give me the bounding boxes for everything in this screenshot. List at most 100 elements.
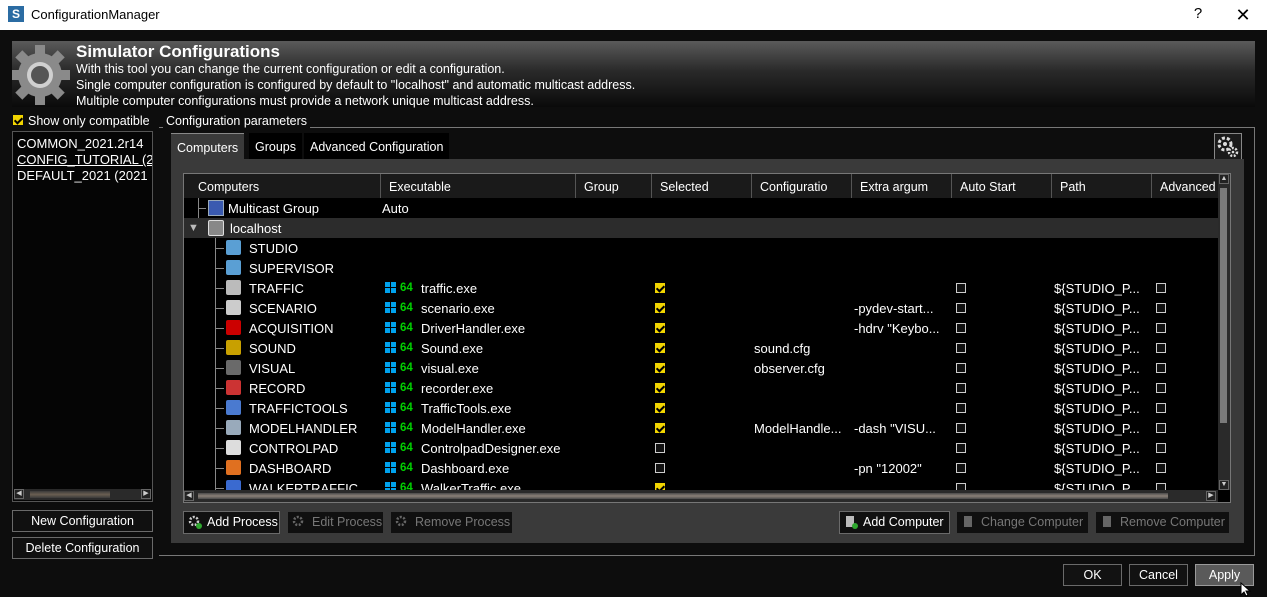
column-header[interactable]: Executable [381,174,576,198]
column-header[interactable]: Path [1052,174,1152,198]
tab-groups[interactable]: Groups [249,133,302,159]
add-computer-button[interactable]: Add Computer [839,511,950,534]
table-row[interactable]: DASHBOARD 64 Dashboard.exe -pn "12002" ${STU… [184,458,1218,478]
collapse-icon[interactable]: ▼ [188,218,200,238]
advanced-checkbox[interactable] [1156,423,1166,433]
configuration-cell[interactable] [754,318,850,338]
path-cell[interactable]: ${STUDIO_P... [1054,358,1150,378]
add-process-button[interactable]: Add Process [183,511,280,534]
computers-grid[interactable]: Computers Executable Group Selected Conf… [183,173,1231,503]
extra-arguments-cell[interactable]: -hdrv "Keybo... [854,318,950,338]
path-cell[interactable]: ${STUDIO_P... [1054,438,1150,458]
advanced-checkbox[interactable] [1156,403,1166,413]
scrollbar-thumb[interactable] [1220,188,1227,423]
auto-start-checkbox[interactable] [956,323,966,333]
show-compatible-checkbox[interactable] [13,115,23,125]
column-header[interactable]: Selected [652,174,752,198]
scroll-left-icon[interactable]: ◀ [184,491,194,501]
advanced-checkbox[interactable] [1156,363,1166,373]
executable-cell[interactable]: visual.exe [421,358,581,378]
auto-start-checkbox[interactable] [956,383,966,393]
path-cell[interactable]: ${STUDIO_P... [1054,398,1150,418]
config-item[interactable]: DEFAULT_2021 (2021 [17,168,148,183]
table-row[interactable]: RECORD 64 recorder.exe ${STUDIO_P... [184,378,1218,398]
extra-arguments-cell[interactable]: -dash "VISU... [854,418,950,438]
show-compatible-toggle[interactable]: Show only compatible [12,114,157,128]
auto-start-checkbox[interactable] [956,303,966,313]
change-computer-button[interactable]: Change Computer [956,511,1089,534]
path-cell[interactable]: ${STUDIO_P... [1054,318,1150,338]
new-configuration-button[interactable]: New Configuration [12,510,153,532]
tab-computers[interactable]: Computers [171,133,245,160]
remove-process-button[interactable]: Remove Process [390,511,513,534]
table-row[interactable]: TRAFFIC 64 traffic.exe ${STUDIO_P... [184,278,1218,298]
table-row[interactable]: SUPERVISOR [184,258,1218,278]
executable-cell[interactable]: scenario.exe [421,298,581,318]
selected-checkbox[interactable] [655,403,665,413]
multicast-row[interactable]: Multicast Group Auto [184,198,1218,218]
scroll-left-icon[interactable]: ◀ [14,489,24,499]
cancel-button[interactable]: Cancel [1129,564,1188,586]
path-cell[interactable]: ${STUDIO_P... [1054,458,1150,478]
path-cell[interactable]: ${STUDIO_P... [1054,418,1150,438]
scrollbar-thumb[interactable] [30,491,110,498]
advanced-checkbox[interactable] [1156,443,1166,453]
extra-arguments-cell[interactable] [854,398,950,418]
path-cell[interactable]: ${STUDIO_P... [1054,278,1150,298]
column-header[interactable]: Group [576,174,652,198]
table-row[interactable]: ACQUISITION 64 DriverHandler.exe -hdrv "Key… [184,318,1218,338]
delete-configuration-button[interactable]: Delete Configuration [12,537,153,559]
remove-computer-button[interactable]: Remove Computer [1095,511,1230,534]
auto-start-checkbox[interactable] [956,463,966,473]
configuration-cell[interactable] [754,278,850,298]
edit-process-button[interactable]: Edit Process [287,511,384,534]
configuration-cell[interactable]: ModelHandle... [754,418,850,438]
auto-start-checkbox[interactable] [956,363,966,373]
selected-checkbox[interactable] [655,283,665,293]
executable-cell[interactable]: TrafficTools.exe [421,398,581,418]
selected-checkbox[interactable] [655,343,665,353]
selected-checkbox[interactable] [655,363,665,373]
config-item[interactable]: COMMON_2021.2r14 [17,136,143,151]
grid-horizontal-scrollbar[interactable]: ◀ ▶ [184,490,1218,502]
selected-checkbox[interactable] [655,383,665,393]
table-row[interactable]: TRAFFICTOOLS 64 TrafficTools.exe ${STUDIO_P… [184,398,1218,418]
executable-cell[interactable]: Sound.exe [421,338,581,358]
list-horizontal-scrollbar[interactable]: ◀ ▶ [14,489,151,500]
auto-start-checkbox[interactable] [956,443,966,453]
column-header[interactable]: Advanced [1152,174,1220,198]
extra-arguments-cell[interactable] [854,338,950,358]
extra-arguments-cell[interactable] [854,378,950,398]
path-cell[interactable]: ${STUDIO_P... [1054,378,1150,398]
configuration-list[interactable]: COMMON_2021.2r14 CONFIG_TUTORIAL (2 DEFA… [12,131,153,502]
close-button[interactable]: ✕ [1230,4,1256,26]
ok-button[interactable]: OK [1063,564,1122,586]
configuration-cell[interactable] [754,438,850,458]
extra-arguments-cell[interactable] [854,438,950,458]
table-row[interactable]: CONTROLPAD 64 ControlpadDesigner.exe ${STUD… [184,438,1218,458]
scrollbar-thumb[interactable] [198,493,1168,499]
extra-arguments-cell[interactable]: -pn "12002" [854,458,950,478]
column-header[interactable]: Extra argum [852,174,952,198]
auto-start-checkbox[interactable] [956,423,966,433]
advanced-checkbox[interactable] [1156,463,1166,473]
configuration-cell[interactable] [754,298,850,318]
scroll-right-icon[interactable]: ▶ [141,489,151,499]
extra-arguments-cell[interactable] [854,278,950,298]
executable-cell[interactable]: ControlpadDesigner.exe [421,438,581,458]
configuration-cell[interactable]: observer.cfg [754,358,850,378]
multicast-address[interactable]: Auto [382,198,572,218]
host-row[interactable]: ▼ localhost [184,218,1218,238]
table-row[interactable]: VISUAL 64 visual.exe observer.cfg ${STUDIO_P… [184,358,1218,378]
column-header[interactable]: Configuratio [752,174,852,198]
table-row[interactable]: SOUND 64 Sound.exe sound.cfg ${STUDIO_P... [184,338,1218,358]
help-button[interactable]: ? [1188,4,1208,24]
advanced-checkbox[interactable] [1156,343,1166,353]
executable-cell[interactable]: ModelHandler.exe [421,418,581,438]
selected-checkbox[interactable] [655,303,665,313]
selected-checkbox[interactable] [655,323,665,333]
extra-arguments-cell[interactable] [854,358,950,378]
settings-button[interactable] [1214,133,1242,161]
config-item-selected[interactable]: CONFIG_TUTORIAL (2 [17,152,152,167]
selected-checkbox[interactable] [655,443,665,453]
